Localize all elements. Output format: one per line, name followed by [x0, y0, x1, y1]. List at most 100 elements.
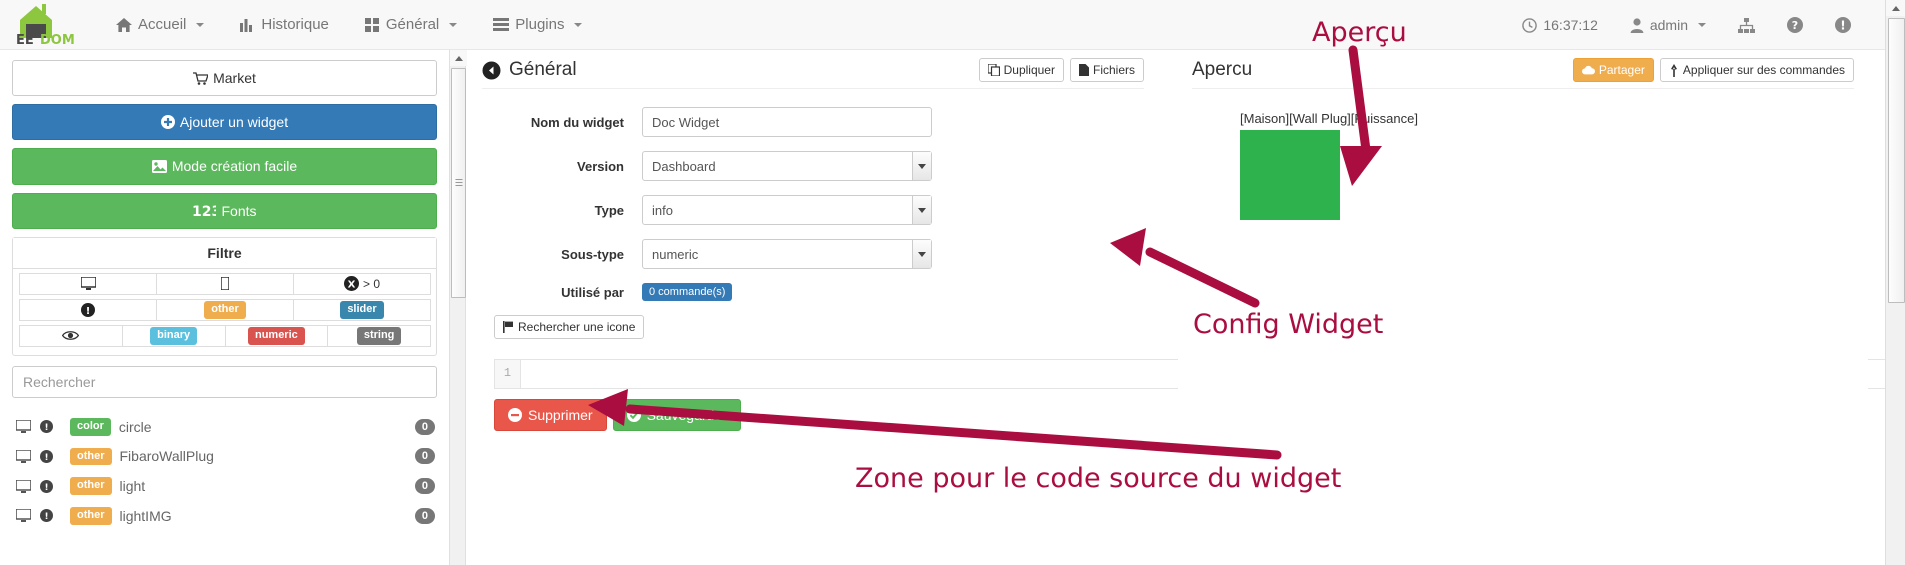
- chevron-down-icon[interactable]: [912, 152, 931, 180]
- type-select[interactable]: [642, 195, 932, 225]
- scroll-up-arrow-icon[interactable]: [450, 50, 467, 66]
- filter-other[interactable]: other: [156, 298, 294, 321]
- chevron-down-icon[interactable]: [912, 196, 931, 224]
- filter-mobile[interactable]: [156, 272, 294, 295]
- minus-circle-icon: [508, 408, 522, 422]
- version-select[interactable]: [642, 151, 932, 181]
- nav-item-alert[interactable]: !: [1819, 0, 1867, 50]
- filter-visible[interactable]: [19, 324, 123, 347]
- files-label: Fichiers: [1092, 63, 1135, 77]
- save-button[interactable]: Sauvegarder: [612, 399, 741, 431]
- files-button[interactable]: Fichiers: [1069, 58, 1144, 82]
- clock-display: 16:37:12: [1506, 0, 1614, 50]
- nav-label-plugins: Plugins: [515, 16, 565, 33]
- filter-string[interactable]: string: [327, 324, 431, 347]
- fonts-123-icon: 123: [192, 204, 216, 218]
- chart-bar-icon: [240, 18, 255, 32]
- preview-widget-box[interactable]: [1240, 130, 1340, 220]
- save-label: Sauvegarder: [646, 407, 727, 423]
- nav-item-accueil[interactable]: Accueil: [98, 0, 222, 50]
- form-row-name: Nom du widget: [482, 107, 1144, 137]
- exclamation-circle-icon: !: [40, 509, 53, 523]
- widget-sidebar: Market Ajouter un widget Mode création f…: [0, 50, 449, 565]
- filter-panel: Filtre X > 0 ! other slider binary numer…: [12, 236, 437, 356]
- list-item-name: light: [119, 478, 146, 495]
- scroll-up-arrow-icon[interactable]: [1886, 0, 1905, 16]
- list-item-name: circle: [118, 418, 152, 435]
- list-item[interactable]: ! other FibaroWallPlug 0: [0, 442, 449, 472]
- th-large-icon: [364, 17, 380, 32]
- nav-item-historique[interactable]: Historique: [222, 0, 347, 50]
- scrollbar-thumb[interactable]: [451, 68, 466, 298]
- subtype-select[interactable]: [642, 239, 932, 269]
- filter-info[interactable]: !: [19, 298, 157, 321]
- list-item[interactable]: ! other light 0: [0, 471, 449, 501]
- list-item[interactable]: ! color circle 0: [0, 412, 449, 442]
- svg-text:X: X: [348, 280, 356, 291]
- nav-item-general[interactable]: Général: [347, 0, 475, 50]
- nav-item-network[interactable]: [1722, 0, 1771, 50]
- list-item-count: 0: [414, 448, 435, 465]
- share-button[interactable]: Partager: [1572, 58, 1654, 82]
- list-item-name: lightIMG: [119, 507, 172, 524]
- search-icon-button[interactable]: Rechercher une icone: [494, 315, 645, 339]
- market-label: Market: [213, 70, 256, 86]
- fonts-button[interactable]: 123 Fonts: [12, 192, 437, 229]
- svg-text:123: 123: [192, 204, 216, 218]
- page-scrollbar[interactable]: [1885, 0, 1905, 565]
- user-menu[interactable]: admin: [1614, 0, 1722, 50]
- filter-gt-zero-label: > 0: [362, 276, 380, 291]
- chevron-down-icon[interactable]: [912, 240, 931, 268]
- question-circle-icon: ?: [1787, 17, 1803, 33]
- user-icon: [1630, 17, 1644, 33]
- filter-gt-zero[interactable]: X > 0: [293, 272, 431, 295]
- scrollbar-thumb[interactable]: [1888, 18, 1905, 303]
- nav-item-help[interactable]: ?: [1771, 0, 1819, 50]
- filter-tag-string: string: [356, 326, 402, 345]
- preview-command-label: [Maison][Wall Plug][Puissance]: [1240, 111, 1418, 126]
- nav-item-plugins[interactable]: Plugins: [475, 0, 600, 50]
- usedby-badge[interactable]: 0 commande(s): [642, 283, 733, 301]
- apply-to-commands-button[interactable]: Appliquer sur des commandes: [1659, 58, 1854, 82]
- x-circle-icon: X: [343, 276, 359, 292]
- market-button[interactable]: Market: [12, 60, 437, 97]
- home-icon: [116, 17, 132, 32]
- form-row-version: Version: [482, 151, 1144, 181]
- desktop-icon: [16, 509, 31, 523]
- filter-desktop[interactable]: [19, 272, 157, 295]
- filter-title: Filtre: [13, 237, 436, 269]
- filter-binary[interactable]: binary: [121, 324, 226, 347]
- sitemap-icon: [1738, 17, 1755, 33]
- search-icon-label: Rechercher une icone: [518, 320, 636, 334]
- magnet-icon: [1669, 63, 1679, 77]
- filter-numeric[interactable]: numeric: [224, 324, 329, 347]
- add-widget-button[interactable]: Ajouter un widget: [12, 104, 437, 141]
- list-item-tag: other: [70, 447, 112, 466]
- easy-create-mode-label: Mode création facile: [171, 158, 298, 175]
- svg-text:!: !: [44, 483, 48, 493]
- exclamation-circle-icon: !: [40, 420, 53, 434]
- form-row-type: Type: [482, 195, 1144, 225]
- navbar-right: 16:37:12 admin ? !: [1506, 0, 1867, 50]
- chevron-down-icon: [1698, 23, 1706, 27]
- list-item-count: 0: [414, 507, 435, 524]
- user-name: admin: [1649, 17, 1688, 33]
- easy-create-mode-button[interactable]: Mode création facile: [12, 148, 437, 185]
- top-navbar: EE DOM Accueil Historique Général Plugin…: [0, 0, 1905, 50]
- add-widget-label: Ajouter un widget: [179, 114, 289, 131]
- delete-button[interactable]: Supprimer: [494, 399, 607, 431]
- widget-form: Nom du widget Version Type Sous-type: [482, 89, 1144, 301]
- jeedom-logo[interactable]: EE DOM: [0, 0, 88, 50]
- filter-slider[interactable]: slider: [293, 298, 431, 321]
- sidebar-scrollbar[interactable]: [449, 50, 467, 565]
- arrow-circle-left-icon[interactable]: [482, 61, 501, 80]
- check-circle-icon: [626, 408, 641, 422]
- plus-circle-icon: [160, 115, 175, 130]
- exclamation-circle-icon: !: [40, 449, 53, 463]
- fonts-label: Fonts: [221, 202, 257, 219]
- widget-name-input[interactable]: [642, 107, 932, 137]
- search-input[interactable]: [12, 365, 437, 398]
- duplicate-button[interactable]: Dupliquer: [978, 58, 1064, 82]
- list-item[interactable]: ! other lightIMG 0: [0, 501, 449, 531]
- subtype-select-wrap: [642, 239, 932, 269]
